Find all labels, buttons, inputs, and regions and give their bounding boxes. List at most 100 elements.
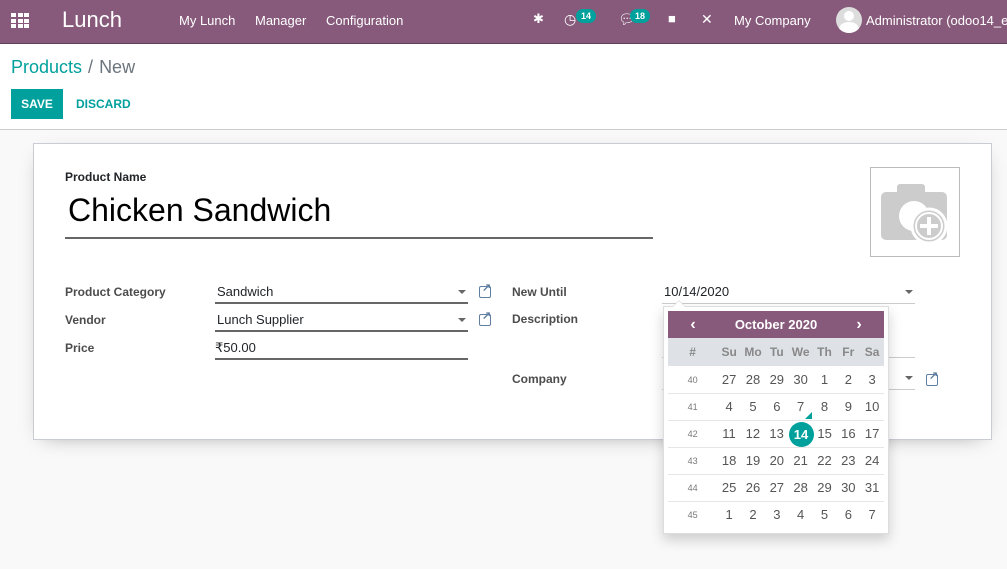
calendar-day-label: 25 (721, 480, 737, 495)
calendar-day[interactable]: 21 (789, 449, 813, 473)
company-switcher[interactable]: My Company (734, 13, 811, 28)
calendar-day[interactable]: 9 (836, 395, 860, 419)
calendar-day-label: 19 (745, 453, 761, 468)
calendar-day[interactable]: 27 (765, 476, 789, 500)
product-category-value: Sandwich (217, 284, 274, 299)
calendar-day[interactable]: 23 (836, 449, 860, 473)
calendar-day-label: 26 (745, 480, 761, 495)
menu-my-lunch[interactable]: My Lunch (179, 13, 235, 28)
product-name-input[interactable]: Chicken Sandwich (65, 192, 653, 239)
calendar-day[interactable]: 6 (765, 395, 789, 419)
calendar-day[interactable]: 18 (717, 449, 741, 473)
calendar-day-label: 23 (841, 453, 856, 468)
activity-clock-icon[interactable]: ◷ (564, 11, 576, 28)
user-menu[interactable]: Administrator (odoo14_e (866, 13, 1007, 28)
calendar-day-label: 31 (864, 480, 880, 495)
gift-icon[interactable]: ■ (668, 11, 676, 26)
calendar-day[interactable]: 27 (717, 368, 741, 392)
calendar-day-label: 3 (773, 507, 781, 522)
vendor-select[interactable]: Lunch Supplier (215, 308, 468, 332)
vendor-value: Lunch Supplier (217, 312, 304, 327)
calendar-day[interactable]: 30 (836, 476, 860, 500)
week-number: 40 (687, 374, 698, 385)
calendar-day[interactable]: 10 (860, 395, 884, 419)
calendar-day-label: 10 (864, 399, 880, 414)
calendar-day[interactable]: 5 (741, 395, 765, 419)
week-number: 44 (687, 483, 698, 493)
calendar-day[interactable]: 1 (717, 503, 741, 527)
week-number: 43 (687, 456, 698, 466)
external-link-icon[interactable] (479, 309, 491, 326)
weekday-label: Su (721, 345, 737, 359)
calendar-week-row: 44 25 26 27 28 29 30 31 (668, 474, 884, 501)
product-category-select[interactable]: Sandwich (215, 280, 468, 304)
weekday-header: # Su Mo Tu We Th Fr Sa (668, 338, 884, 366)
calendar-day[interactable]: 7 (860, 503, 884, 527)
user-avatar[interactable] (836, 7, 862, 33)
price-input[interactable]: ₹50.00 (215, 336, 468, 360)
breadcrumb-products[interactable]: Products (11, 57, 82, 77)
product-image-upload[interactable] (870, 167, 960, 257)
weekday-label: We (791, 345, 810, 359)
calendar-day-label: 28 (793, 480, 808, 495)
calendar-day-label: 1 (725, 507, 733, 522)
calendar-day[interactable]: 2 (741, 503, 765, 527)
app-name[interactable]: Lunch (62, 7, 122, 33)
calendar-day[interactable]: 28 (741, 368, 765, 392)
calendar-day[interactable]: 20 (765, 449, 789, 473)
new-until-label: New Until (512, 285, 567, 299)
calendar-day-label: 8 (820, 399, 829, 414)
menu-configuration[interactable]: Configuration (326, 13, 403, 28)
apps-menu-icon[interactable] (11, 13, 29, 28)
discard-button[interactable]: DISCARD (76, 89, 131, 119)
external-link-icon[interactable] (926, 369, 938, 386)
calendar-week-row: 40 27 28 29 30 1 2 3 (668, 366, 884, 393)
calendar-day[interactable]: 29 (765, 368, 789, 392)
calendar-day-label: 2 (749, 507, 757, 522)
datepicker-popup: ‹ October 2020 › # Su Mo Tu We Th Fr Sa … (663, 300, 889, 534)
prev-month-button[interactable]: ‹ (668, 316, 718, 334)
calendar-day[interactable]: 15 (813, 422, 837, 446)
calendar-day[interactable]: 7 (789, 395, 813, 419)
calendar-day[interactable]: 26 (741, 476, 765, 500)
calendar-day[interactable]: 1 (813, 368, 837, 392)
debug-bug-icon[interactable]: ✱ (533, 11, 544, 27)
calendar-day[interactable]: 4 (789, 503, 813, 527)
calendar-day[interactable]: 4 (717, 395, 741, 419)
week-number: 41 (687, 402, 698, 412)
new-until-input[interactable]: 10/14/2020 (662, 280, 915, 304)
chevron-down-icon[interactable] (458, 318, 466, 322)
calendar-day-label: 16 (841, 426, 856, 441)
calendar-day[interactable]: 19 (741, 449, 765, 473)
calendar-day[interactable]: 12 (741, 422, 765, 446)
calendar-day[interactable]: 31 (860, 476, 884, 500)
calendar-day[interactable]: 11 (717, 422, 741, 446)
tools-icon[interactable]: ✕ (701, 11, 713, 28)
calendar-day[interactable]: 2 (836, 368, 860, 392)
calendar-day[interactable]: 13 (765, 422, 789, 446)
chevron-down-icon[interactable] (905, 376, 913, 380)
calendar-day[interactable]: 30 (789, 368, 813, 392)
calendar-day[interactable]: 6 (836, 503, 860, 527)
calendar-day[interactable]: 16 (836, 422, 860, 446)
calendar-day[interactable]: 3 (860, 368, 884, 392)
month-title[interactable]: October 2020 (718, 317, 834, 332)
menu-manager[interactable]: Manager (255, 13, 306, 28)
weekday-label: Fr (842, 345, 855, 359)
calendar-day[interactable]: 22 (813, 449, 837, 473)
chevron-down-icon[interactable] (458, 290, 466, 294)
calendar-day[interactable]: 14 (788, 422, 814, 447)
chevron-down-icon[interactable] (905, 290, 913, 294)
next-month-button[interactable]: › (834, 316, 884, 334)
calendar-day[interactable]: 25 (717, 476, 741, 500)
calendar-day[interactable]: 3 (765, 503, 789, 527)
external-link-icon[interactable] (479, 281, 491, 298)
calendar-day[interactable]: 5 (813, 503, 837, 527)
calendar-day[interactable]: 28 (789, 476, 813, 500)
calendar-week-row: 43 18 19 20 21 22 23 24 (668, 447, 884, 474)
calendar-day[interactable]: 17 (860, 422, 884, 446)
calendar-day[interactable]: 29 (813, 476, 837, 500)
calendar-day[interactable]: 8 (813, 395, 837, 419)
calendar-day[interactable]: 24 (860, 449, 884, 473)
save-button[interactable]: SAVE (11, 89, 63, 119)
